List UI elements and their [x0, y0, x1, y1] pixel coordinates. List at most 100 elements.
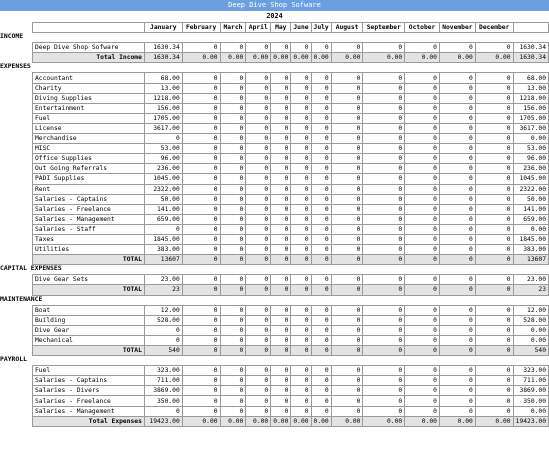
total-month-value: 0 [270, 254, 292, 266]
month-value: 0 [270, 405, 292, 417]
table-row: Salaries - Captains 711.00 0 0 0 0 0 0 0 0 0 0 0 711.… [32, 375, 549, 387]
month-value: 0 [219, 324, 247, 336]
month-value: 0 [362, 274, 406, 286]
month-value: 0 [245, 223, 272, 235]
month-value: 0 [181, 375, 221, 387]
month-value: 0 [404, 153, 440, 165]
section-spacer-row [33, 265, 549, 275]
month-value: 1218.00 [143, 92, 183, 104]
month-value: 0 [219, 122, 247, 135]
row-total: 53.00 [512, 143, 549, 155]
month-value: 0 [270, 324, 292, 336]
month-value: 0 [438, 385, 476, 397]
month-value: 0 [245, 183, 272, 195]
total-month-value: 0 [290, 344, 312, 357]
month-value: 0 [181, 42, 221, 54]
row-total: 0.00 [512, 405, 549, 417]
month-value: 0 [474, 324, 514, 336]
month-value: 0 [330, 143, 364, 155]
table-row: Salaries - Management 0 0 0 0 0 0 0 0 0 0 0 0 0.00 [32, 405, 549, 417]
month-value: 0 [181, 365, 221, 377]
month-value: 0 [219, 314, 247, 326]
month-value: 0 [219, 42, 247, 54]
month-value: 0 [245, 112, 272, 124]
total-month-value: 0 [438, 254, 476, 266]
total-month-value: 0 [474, 344, 514, 357]
month-value: 0 [438, 375, 476, 387]
month-value: 0 [181, 153, 221, 165]
month-value: 0 [362, 153, 406, 165]
month-value: 0 [310, 72, 332, 84]
month-value: 0 [404, 92, 440, 104]
total-month-value: 0 [270, 284, 292, 296]
month-value: 0 [404, 324, 440, 336]
row-total: 50.00 [512, 193, 549, 205]
month-value: 0 [245, 395, 272, 407]
month-header: February [181, 21, 221, 34]
month-value: 0 [362, 122, 406, 135]
table-row: Merchandise 0 0 0 0 0 0 0 0 0 0 0 0 0.00 [32, 133, 549, 145]
month-value: 0 [438, 395, 476, 407]
month-value: 0 [404, 213, 440, 225]
row-total: 23.00 [512, 274, 549, 286]
section-spacer-row [33, 63, 549, 73]
month-value: 0 [143, 133, 183, 145]
total-month-value: 0.00 [474, 52, 514, 64]
month-value: 0 [362, 143, 406, 155]
header-total-cell [512, 21, 549, 34]
table-row: Salaries - Management 659.00 0 0 0 0 0 0 0 0 0 0 0 65… [32, 213, 549, 225]
table-row: Salaries - Captains 50.00 0 0 0 0 0 0 0 0 0 0 0 50.00 [32, 193, 549, 205]
month-value: 0 [290, 193, 312, 205]
month-value: 0 [310, 244, 332, 256]
row-label: Fuel [32, 112, 145, 124]
month-value: 0 [310, 163, 332, 175]
month-value: 0 [438, 233, 476, 246]
month-value: 0 [270, 42, 292, 54]
table-row: Fuel 1705.00 0 0 0 0 0 0 0 0 0 0 0 1705.00 [32, 112, 549, 124]
month-value: 0 [438, 223, 476, 235]
total-month-value: 0.00 [219, 415, 247, 427]
month-value: 0 [270, 143, 292, 155]
month-value: 0 [330, 72, 364, 84]
month-value: 0 [474, 153, 514, 165]
month-value: 0 [181, 223, 221, 235]
month-value: 0 [290, 163, 312, 175]
month-value: 0 [474, 42, 514, 54]
month-value: 0 [474, 213, 514, 225]
month-value: 0 [219, 82, 247, 94]
table-row: Taxes 1845.00 0 0 0 0 0 0 0 0 0 0 0 1845.00 [32, 233, 549, 246]
total-month-value: 0.00 [438, 415, 476, 427]
total-month-value: 0.00 [310, 415, 332, 427]
month-value: 0 [362, 395, 406, 407]
table-row: Rent 2322.00 0 0 0 0 0 0 0 0 0 0 0 2322.00 [32, 183, 549, 195]
total-month-value: 0.00 [245, 52, 272, 64]
month-value: 0 [219, 163, 247, 175]
total-month-value: 0.00 [219, 52, 247, 64]
month-value: 0 [362, 42, 406, 54]
month-value: 0 [290, 304, 312, 316]
month-value: 0 [362, 133, 406, 145]
month-value: 0 [219, 183, 247, 195]
section-spacer [33, 356, 549, 366]
month-value: 0 [362, 375, 406, 387]
month-value: 0 [290, 375, 312, 387]
month-value: 0 [181, 314, 221, 326]
grand-total: 1630.34 [512, 52, 549, 64]
month-value: 0 [270, 183, 292, 195]
month-value: 0 [245, 314, 272, 326]
month-value: 0 [219, 72, 247, 84]
table-row: PADI Supplies 1045.00 0 0 0 0 0 0 0 0 0 0 0 1045.00 [32, 173, 549, 185]
month-value: 0 [404, 274, 440, 286]
month-header: June [290, 21, 312, 34]
month-value: 0 [219, 223, 247, 235]
month-value: 23.00 [143, 274, 183, 286]
row-label: Rent [32, 183, 145, 195]
header-label-cell [32, 21, 145, 34]
month-value: 0 [438, 244, 476, 256]
month-value: 0 [330, 405, 364, 417]
row-label: Salaries - Divers [32, 385, 145, 397]
month-value: 0 [245, 163, 272, 175]
month-value: 0 [310, 183, 332, 195]
month-value: 0 [362, 314, 406, 326]
month-value: 0 [474, 395, 514, 407]
